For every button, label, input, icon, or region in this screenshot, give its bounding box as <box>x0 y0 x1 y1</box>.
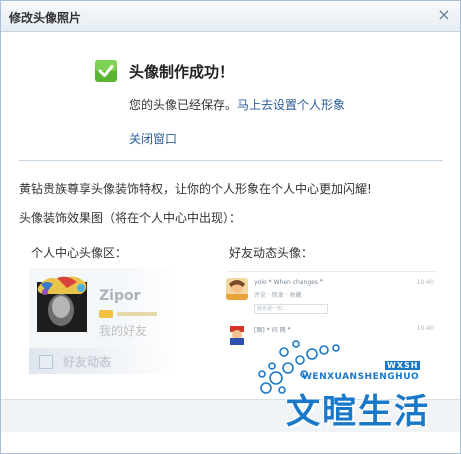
avatar <box>37 276 87 332</box>
feed-text: yolo ❝ When changes ❞ <box>254 279 324 286</box>
promo-text: 黄钻贵族尊享头像装饰特权，让你的个人形象在个人中心更加闪耀! <box>19 182 372 196</box>
close-icon[interactable]: × <box>436 7 452 23</box>
card-footer-text: 好友动态 <box>63 355 112 369</box>
feed-text: [图] ❝ 问 网 ❞ <box>254 327 291 334</box>
dialog-titlebar: 修改头像照片 × <box>1 1 460 32</box>
vip-badge-icon <box>99 310 113 318</box>
comment-input: 我也说一句... <box>254 304 328 314</box>
feed-avatar <box>226 278 248 300</box>
success-check-icon <box>95 60 117 82</box>
feed-icon <box>39 355 53 369</box>
friend-feed-preview: yolo ❝ When changes ❞ 评论 · 转发 · 收藏 10:40… <box>226 271 438 347</box>
feed-avatar <box>226 324 248 346</box>
card-footer: 好友动态 <box>29 348 179 374</box>
feed-time: 10:40 <box>416 325 434 332</box>
center-preview-label: 个人中心头像区： <box>31 246 128 260</box>
watermark-tag: WXSH <box>385 361 421 370</box>
close-window-link[interactable]: 关闭窗口 <box>129 130 177 147</box>
dialog-title: 修改头像照片 <box>9 11 82 25</box>
saved-text: 您的头像已经保存。 <box>129 98 238 112</box>
card-subtitle: 我的好友 <box>99 324 148 338</box>
success-title: 头像制作成功！ <box>129 63 235 81</box>
level-bar <box>117 312 157 316</box>
divider <box>19 160 443 161</box>
friend-preview-label: 好友动态头像： <box>229 246 314 260</box>
feed-time: 10:40 <box>416 279 434 286</box>
watermark-text: 文暄生活 <box>286 392 430 432</box>
saved-message: 您的头像已经保存。马上去设置个人形象 <box>129 96 345 113</box>
effect-label: 头像装饰效果图（将在个人中心中出现）： <box>19 211 242 225</box>
feed-sub: 评论 · 转发 · 收藏 <box>254 292 302 299</box>
feed-item: yolo ❝ When changes ❞ 评论 · 转发 · 收藏 10:40… <box>226 276 438 314</box>
watermark-latin: WENXUANSHENGHUO <box>302 372 420 382</box>
center-preview-card: Zipor 我的好友 好友动态 <box>29 268 179 374</box>
setup-profile-link[interactable]: 马上去设置个人形象 <box>237 98 345 112</box>
card-name: Zipor <box>99 288 141 304</box>
